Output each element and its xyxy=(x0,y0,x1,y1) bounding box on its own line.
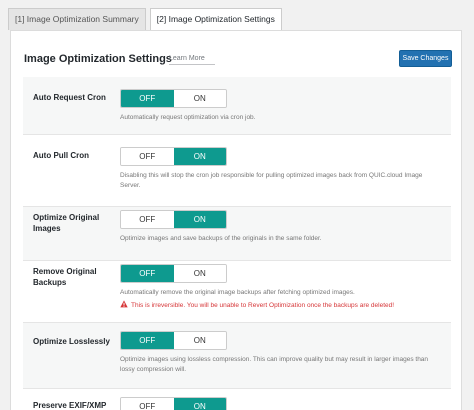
warning-icon xyxy=(120,300,128,308)
toggle-on-option[interactable]: ON xyxy=(173,90,226,107)
toggle-on-option[interactable]: ON xyxy=(173,211,226,228)
preserve-exif-xmp-toggle[interactable]: OFF ON xyxy=(120,397,227,410)
toggle-on-option[interactable]: ON xyxy=(173,398,226,410)
auto-request-cron-toggle[interactable]: OFF ON xyxy=(120,89,227,108)
page-title: Image Optimization Settings xyxy=(24,53,172,65)
toggle-off-option[interactable]: OFF xyxy=(121,90,174,107)
optimize-losslessly-toggle[interactable]: OFF ON xyxy=(120,331,227,350)
toggle-off-option[interactable]: OFF xyxy=(121,332,174,349)
toggle-on-option[interactable]: ON xyxy=(173,332,226,349)
learn-more-link[interactable]: Learn More xyxy=(169,55,215,65)
remove-original-backups-toggle[interactable]: OFF ON xyxy=(120,264,227,283)
auto-pull-cron-toggle[interactable]: OFF ON xyxy=(120,147,227,166)
setting-row-preserve-exif-xmp: Preserve EXIF/XMP OFF ON xyxy=(23,389,451,410)
tab-image-optimization-summary[interactable]: [1] Image Optimization Summary xyxy=(8,8,146,30)
setting-label: Auto Pull Cron xyxy=(33,151,89,160)
setting-description: Optimize images and save backups of the … xyxy=(120,235,322,242)
toggle-off-option[interactable]: OFF xyxy=(121,211,174,228)
setting-description: Automatically remove the original image … xyxy=(120,289,355,296)
setting-description: Automatically request optimization via c… xyxy=(120,114,256,121)
toggle-off-option[interactable]: OFF xyxy=(121,148,174,165)
warning-text: This is irreversible. You will be unable… xyxy=(131,302,395,309)
toggle-on-option[interactable]: ON xyxy=(173,265,226,282)
setting-label: Remove Original Backups xyxy=(33,267,97,287)
tab-bar: [1] Image Optimization Summary [2] Image… xyxy=(8,8,282,31)
tab-image-optimization-settings[interactable]: [2] Image Optimization Settings xyxy=(149,8,282,31)
toggle-on-option[interactable]: ON xyxy=(173,148,226,165)
toggle-off-option[interactable]: OFF xyxy=(121,265,174,282)
setting-description: Optimize images using lossless compressi… xyxy=(120,356,429,373)
warning-message: This is irreversible. You will be unable… xyxy=(120,300,440,311)
optimize-original-images-toggle[interactable]: OFF ON xyxy=(120,210,227,229)
toggle-off-option[interactable]: OFF xyxy=(121,398,174,410)
setting-label: Optimize Original Images xyxy=(33,213,100,233)
setting-label: Preserve EXIF/XMP xyxy=(33,401,107,410)
setting-row-optimize-losslessly: Optimize Losslessly OFF ON Optimize imag… xyxy=(23,323,451,389)
setting-row-optimize-original-images: Optimize Original Images OFF ON Optimize… xyxy=(23,207,451,261)
save-changes-button[interactable]: Save Changes xyxy=(399,50,452,67)
setting-label: Auto Request Cron xyxy=(33,93,106,102)
setting-row-auto-request-cron: Auto Request Cron OFF ON Automatically r… xyxy=(23,77,451,135)
setting-label: Optimize Losslessly xyxy=(33,337,110,346)
setting-description: Disabling this will stop the cron job re… xyxy=(120,172,423,189)
setting-row-remove-original-backups: Remove Original Backups OFF ON Automatic… xyxy=(23,261,451,323)
settings-panel: Image Optimization Settings Learn More S… xyxy=(10,30,462,410)
setting-row-auto-pull-cron: Auto Pull Cron OFF ON Disabling this wil… xyxy=(23,135,451,207)
